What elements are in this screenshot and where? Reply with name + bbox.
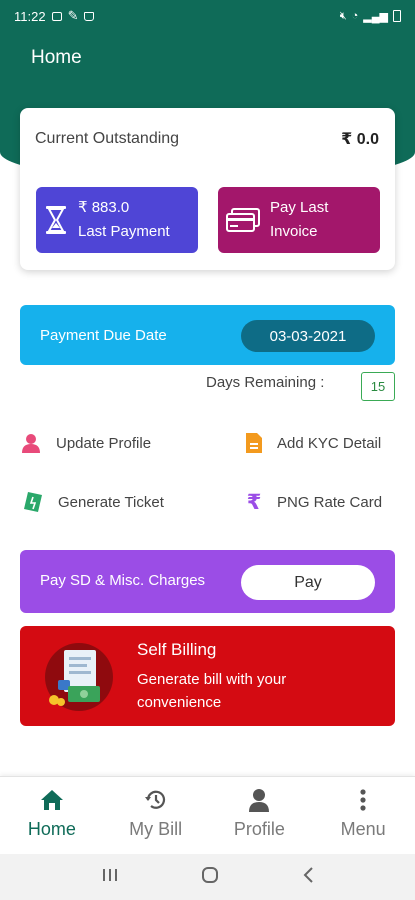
status-time: 11:22	[14, 8, 46, 24]
outstanding-card: Current Outstanding ₹ 0.0 ₹ 883.0 Last P…	[20, 108, 395, 270]
days-remaining-label: Days Remaining :	[206, 374, 325, 391]
bottom-navigation: Home My Bill Profile Menu	[0, 776, 415, 854]
last-payment-label: Last Payment	[78, 223, 170, 240]
ticket-icon	[22, 491, 44, 513]
person-icon	[246, 787, 272, 813]
pay-last-invoice-tile[interactable]: Pay Last Invoice	[218, 187, 380, 253]
recent-apps-icon[interactable]	[102, 867, 118, 888]
rupee-icon: ₹	[246, 490, 262, 514]
signal-icon: ▂▄▆	[363, 10, 388, 23]
payment-due-date: 03-03-2021	[241, 320, 375, 352]
system-navigation-bar	[0, 854, 415, 900]
self-billing-subtitle: Generate bill with your convenience	[137, 671, 287, 711]
outstanding-label: Current Outstanding	[35, 130, 180, 147]
generate-ticket-label: Generate Ticket	[58, 493, 164, 511]
update-profile-label: Update Profile	[56, 434, 152, 452]
wifi-icon: ◔	[351, 10, 359, 22]
user-icon	[20, 432, 42, 454]
update-profile-button[interactable]: Update Profile	[20, 432, 151, 454]
nav-my-bill-label: My Bill	[129, 819, 183, 839]
pay-sd-label: Pay SD & Misc. Charges	[40, 572, 206, 589]
gallery-icon	[51, 11, 62, 21]
outstanding-value: ₹ 0.0	[341, 131, 379, 148]
more-vertical-icon	[350, 787, 376, 813]
status-bar: 11:22 ✎ 🔇︎ ◔ ▂▄▆	[0, 0, 415, 32]
hourglass-icon	[44, 204, 68, 236]
nav-profile[interactable]: Profile	[208, 777, 312, 854]
pay-invoice-line1: Pay Last	[270, 199, 329, 216]
back-icon[interactable]	[302, 866, 314, 889]
add-kyc-label: Add KYC Detail	[277, 434, 382, 452]
home-system-icon[interactable]	[201, 866, 219, 889]
battery-icon	[393, 10, 401, 22]
page-title: Home	[31, 47, 82, 68]
png-rate-card-label: PNG Rate Card	[277, 493, 383, 511]
pay-button[interactable]: Pay	[241, 565, 375, 600]
mute-icon: 🔇︎	[339, 9, 347, 22]
history-icon	[143, 787, 169, 813]
payment-due-bar: Payment Due Date 03-03-2021	[20, 305, 395, 365]
credit-card-icon	[226, 204, 260, 236]
generate-ticket-button[interactable]: Generate Ticket	[22, 491, 164, 513]
bill-illustration-icon	[44, 642, 114, 712]
document-icon	[243, 432, 265, 454]
nav-menu[interactable]: Menu	[311, 777, 415, 854]
nav-menu-label: Menu	[340, 819, 386, 839]
png-rate-card-button[interactable]: ₹ PNG Rate Card	[243, 490, 383, 514]
wrench-icon: ✎	[67, 8, 79, 23]
pay-invoice-line2: Invoice	[270, 223, 318, 240]
nav-home[interactable]: Home	[0, 777, 104, 854]
bag-icon	[84, 11, 95, 21]
self-billing-title: Self Billing	[137, 640, 217, 659]
payment-due-label: Payment Due Date	[40, 326, 167, 344]
self-billing-card[interactable]: Self Billing Generate bill with your con…	[20, 626, 395, 726]
home-icon	[39, 787, 65, 813]
pay-sd-bar: Pay SD & Misc. Charges Pay	[20, 550, 395, 613]
last-payment-amount: ₹ 883.0	[78, 199, 130, 216]
last-payment-tile[interactable]: ₹ 883.0 Last Payment	[36, 187, 198, 253]
days-remaining-badge: 15	[361, 372, 395, 401]
add-kyc-button[interactable]: Add KYC Detail	[243, 432, 381, 454]
nav-home-label: Home	[27, 819, 76, 839]
nav-my-bill[interactable]: My Bill	[104, 777, 208, 854]
nav-profile-label: Profile	[233, 819, 285, 839]
